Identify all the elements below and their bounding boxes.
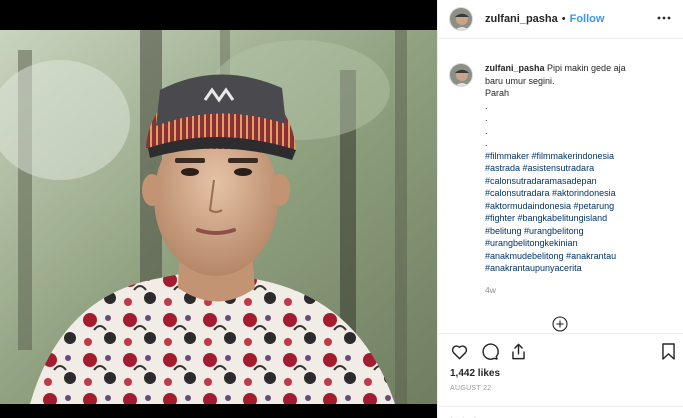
plus-circle-icon[interactable] — [552, 316, 568, 332]
username-link[interactable]: zulfani_pasha — [485, 13, 558, 25]
caption: zulfani_pasha Pipi makin gede aja baru u… — [449, 62, 674, 296]
post-details-panel: zulfani_pasha • Follow zulfani_pasha Pip… — [437, 0, 683, 418]
hashtag-line[interactable]: #calonsutradaramasadepan — [485, 175, 655, 188]
avatar-image — [450, 8, 472, 30]
portrait-photo — [0, 30, 437, 404]
more-horizontal-icon[interactable] — [656, 10, 672, 26]
heart-icon[interactable] — [450, 342, 469, 361]
hashtag-line[interactable]: #belitung #urangbelitong — [485, 225, 655, 238]
comment-icon[interactable] — [480, 342, 499, 361]
share-icon[interactable] — [509, 342, 528, 361]
caption-line: . — [485, 100, 488, 111]
hashtag-line[interactable]: #anakmudebelitong #anakrantau — [485, 250, 655, 263]
caption-body: zulfani_pasha Pipi makin gede aja baru u… — [485, 62, 655, 296]
post-photo[interactable] — [0, 30, 437, 404]
comments-area[interactable]: zulfani_pasha Pipi makin gede aja baru u… — [438, 40, 683, 332]
hashtag-line[interactable]: #fighter #bangkabelitungisland — [485, 212, 655, 225]
hashtag-line[interactable]: #urangbelitongkekinian — [485, 237, 655, 250]
caption-line: Pipi makin gede aja — [547, 63, 626, 73]
instagram-post: zulfani_pasha • Follow zulfani_pasha Pip… — [0, 0, 683, 418]
caption-username[interactable]: zulfani_pasha — [485, 63, 545, 73]
post-header: zulfani_pasha • Follow — [438, 0, 683, 39]
bookmark-icon[interactable] — [659, 342, 678, 361]
caption-avatar[interactable] — [449, 63, 473, 87]
action-bar: 1,442 likes AUGUST 22 • • • — [438, 333, 683, 418]
caption-line: . — [485, 138, 488, 148]
follow-button[interactable]: Follow — [570, 13, 605, 25]
separator-dot: • — [561, 13, 566, 25]
hashtag-line[interactable]: #anakrantaupunyacerita — [485, 262, 655, 275]
hashtag-line[interactable]: #calonsutradara #aktorindonesia — [485, 187, 655, 200]
caption-line: . — [485, 113, 488, 123]
photo-panel — [0, 0, 437, 418]
caption-line: . — [485, 125, 488, 136]
hashtag-line[interactable]: #astrada #asistensutradara — [485, 162, 655, 175]
divider — [438, 406, 683, 407]
avatar[interactable] — [449, 7, 473, 31]
hashtag-line[interactable]: #aktormudaindonesia #petarung — [485, 200, 655, 213]
caption-line: baru umur segini. — [485, 75, 555, 86]
post-date[interactable]: AUGUST 22 — [450, 385, 491, 392]
hashtag-line[interactable]: #filmmaker #filmmakerindonesia — [485, 150, 655, 163]
add-comment-hint: • • • — [450, 414, 479, 418]
caption-timestamp[interactable]: 4w — [485, 284, 655, 297]
caption-avatar-image — [450, 64, 472, 86]
caption-line: Parah — [485, 88, 510, 98]
likes-count[interactable]: 1,442 likes — [450, 368, 500, 379]
